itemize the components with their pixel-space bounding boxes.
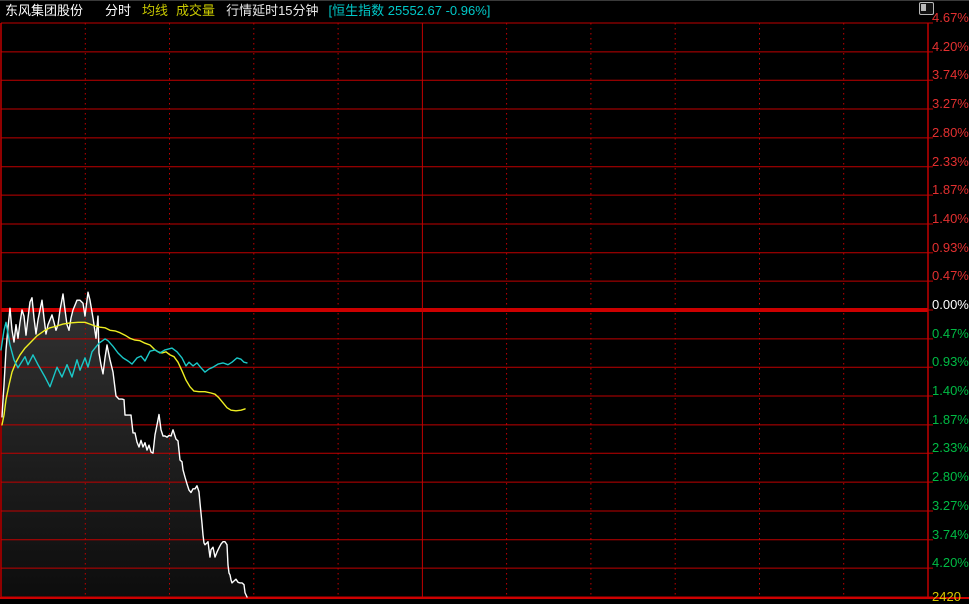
timeshare-chart-plot[interactable] (0, 0, 969, 601)
